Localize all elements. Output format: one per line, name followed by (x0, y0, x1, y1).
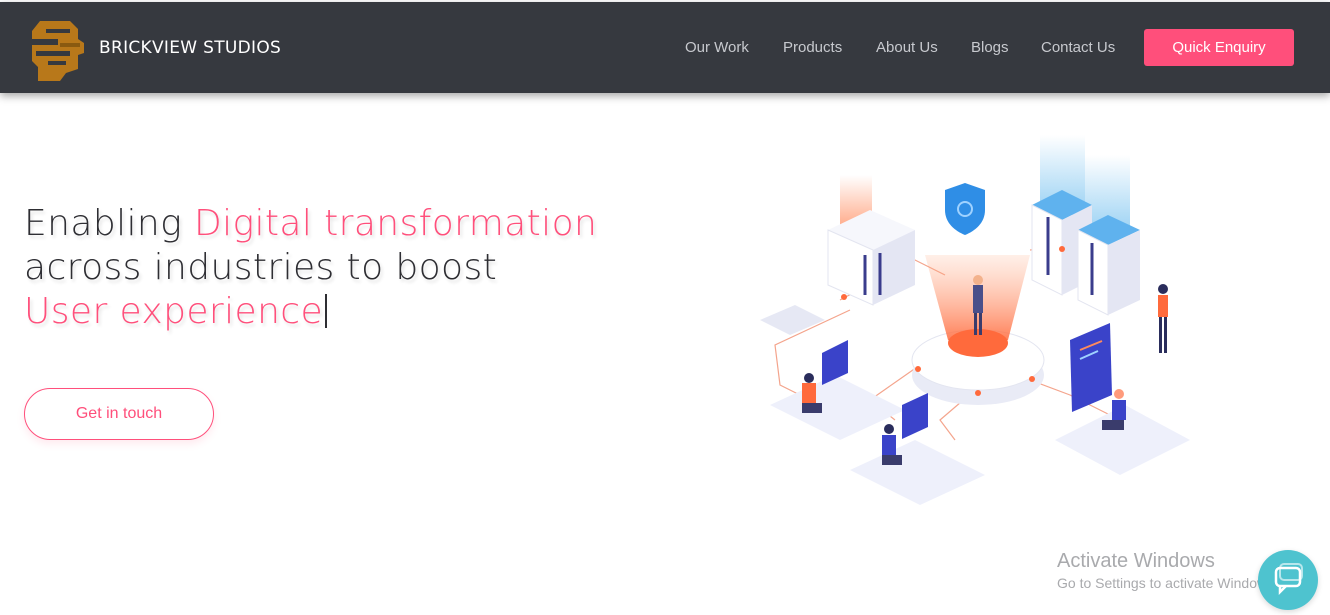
nav-about-us[interactable]: About Us (876, 39, 938, 56)
nav-products[interactable]: Products (783, 39, 842, 56)
workstation-right (1070, 323, 1126, 430)
nav-blogs[interactable]: Blogs (971, 39, 1009, 56)
brand-name[interactable]: BRICKVIEW STUDIOS (99, 38, 281, 58)
get-in-touch-button[interactable]: Get in touch (24, 388, 214, 440)
server-right (1031, 135, 1140, 316)
server-left (827, 175, 915, 306)
nav-contact-us[interactable]: Contact Us (1041, 39, 1115, 56)
activate-windows-title: Activate Windows (1057, 550, 1215, 572)
nav-our-work[interactable]: Our Work (685, 39, 749, 56)
activate-windows-subtitle: Go to Settings to activate Windows. (1057, 575, 1278, 591)
shield-icon (945, 183, 985, 235)
central-platform (911, 255, 1045, 405)
chat-widget-button[interactable] (1258, 550, 1318, 610)
brand-logo-icon[interactable] (26, 17, 86, 83)
site-header: BRICKVIEW STUDIOS Our Work Products Abou… (0, 2, 1330, 93)
typing-cursor (325, 294, 328, 328)
quick-enquiry-button[interactable]: Quick Enquiry (1144, 29, 1294, 66)
hero-line3-highlight: User experience (24, 291, 324, 332)
person-right (1158, 284, 1168, 353)
hero-line2-text: across industries to boost (24, 247, 498, 288)
hero-isometric-illustration (760, 135, 1190, 505)
hero-line1-highlight: Digital transformation (193, 203, 598, 244)
hero-line1-text: Enabling (24, 203, 194, 244)
chat-icon (1274, 563, 1303, 596)
hero-headline: Enabling Digital transformation across i… (24, 202, 664, 334)
